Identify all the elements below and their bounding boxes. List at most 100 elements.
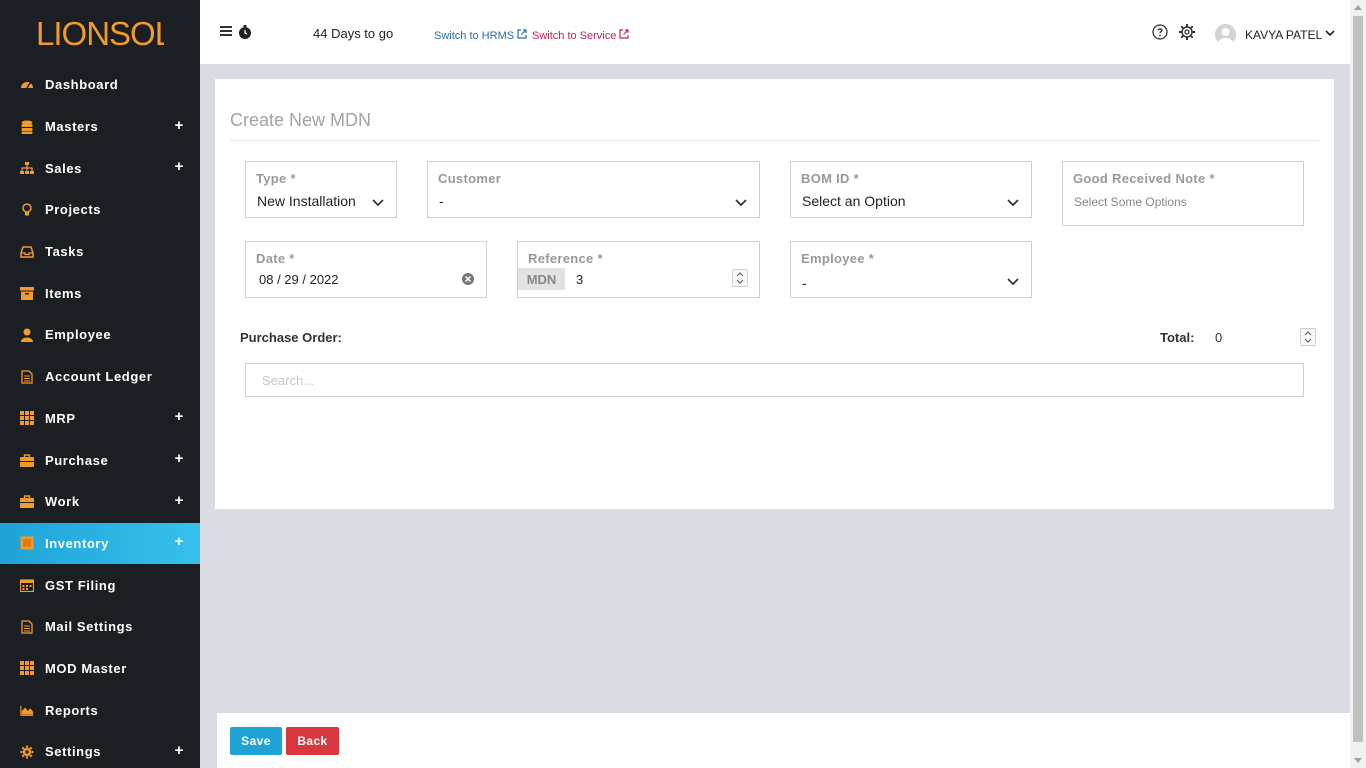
expand-plus-icon[interactable]: +: [175, 450, 184, 467]
document-icon: [20, 370, 34, 384]
type-select[interactable]: Type * New Installation: [245, 161, 397, 218]
expand-plus-icon[interactable]: +: [175, 534, 184, 551]
sidebar-item-label: Account Ledger: [45, 369, 153, 385]
user-icon: [20, 328, 34, 342]
grn-label: Good Received Note *: [1073, 171, 1215, 186]
area-chart-icon: [20, 703, 34, 717]
expand-plus-icon[interactable]: +: [175, 742, 184, 759]
sidebar-item-employee[interactable]: Employee: [0, 314, 200, 356]
employee-label: Employee *: [801, 251, 875, 266]
reference-number-stepper[interactable]: [732, 269, 748, 287]
user-name[interactable]: KAVYA PATEL: [1245, 28, 1322, 42]
sidebar-item-mrp[interactable]: MRP +: [0, 398, 200, 440]
sidebar-item-label: Settings: [45, 744, 102, 760]
total-value-input[interactable]: 0: [1215, 330, 1222, 345]
total-stepper[interactable]: [1300, 328, 1316, 346]
external-link-icon: [517, 29, 527, 39]
sidebar-item-label: Mail Settings: [45, 619, 133, 635]
employee-value: -: [802, 275, 807, 291]
date-value[interactable]: 08 / 29 / 2022: [259, 272, 339, 287]
top-header: 44 Days to go Switch to HRMS Switch to S…: [200, 0, 1350, 64]
customer-label: Customer: [438, 171, 502, 186]
sidebar-item-inventory[interactable]: Inventory +: [0, 522, 200, 565]
gear-icon: [20, 745, 34, 759]
expand-plus-icon[interactable]: +: [175, 158, 184, 175]
sidebar: LIONSOL Dashboard Masters + Sales + Projects T…: [0, 0, 200, 768]
switch-hrms-link[interactable]: Switch to HRMS: [434, 29, 527, 42]
grn-placeholder: Select Some Options: [1074, 195, 1187, 209]
title-divider: [230, 140, 1319, 141]
mdn-form-card: Create New MDN Type * New Installation C…: [215, 79, 1334, 509]
reference-label: Reference *: [528, 251, 603, 266]
sidebar-item-label: Dashboard: [45, 77, 119, 93]
sidebar-item-dashboard[interactable]: Dashboard: [0, 64, 200, 106]
settings-gear-icon[interactable]: [1178, 23, 1196, 41]
sidebar-item-mod-master[interactable]: MOD Master: [0, 648, 200, 690]
brand-logo[interactable]: LIONSOL: [0, 0, 200, 64]
form-footer: Save Back: [217, 713, 1350, 768]
employee-select[interactable]: Employee * -: [790, 241, 1032, 298]
chevron-down-icon: [1007, 199, 1019, 207]
page-scrollbar[interactable]: [1350, 0, 1366, 768]
chevron-down-icon[interactable]: [1324, 27, 1336, 39]
grid-icon: [20, 661, 34, 676]
purchase-order-search-input[interactable]: [245, 363, 1304, 397]
clear-date-icon[interactable]: [461, 272, 475, 286]
sidebar-item-sales[interactable]: Sales +: [0, 147, 200, 189]
scroll-up-arrow-icon[interactable]: [1354, 5, 1362, 10]
switch-service-label: Switch to Service: [532, 30, 617, 42]
days-remaining: 44 Days to go: [313, 26, 394, 41]
chevron-down-icon: [1007, 278, 1019, 286]
purchase-order-label: Purchase Order:: [240, 330, 342, 345]
hamburger-menu-icon[interactable]: [220, 26, 232, 36]
customer-select[interactable]: Customer -: [427, 161, 760, 218]
good-received-note-multiselect[interactable]: Good Received Note * Select Some Options: [1062, 161, 1304, 226]
sidebar-item-tasks[interactable]: Tasks: [0, 231, 200, 273]
bom-id-value: Select an Option: [802, 193, 906, 209]
sidebar-item-label: Tasks: [45, 244, 84, 260]
lightbulb-icon: [20, 203, 34, 217]
expand-plus-icon[interactable]: +: [175, 492, 184, 509]
sidebar-item-gst-filing[interactable]: GST Filing: [0, 564, 200, 606]
sidebar-item-reports[interactable]: Reports: [0, 689, 200, 731]
external-link-icon: [619, 29, 630, 39]
sidebar-nav: Dashboard Masters + Sales + Projects Tasks Item…: [0, 64, 200, 768]
sidebar-item-settings[interactable]: Settings +: [0, 731, 200, 768]
date-label: Date *: [256, 251, 295, 266]
lionsol-logo-icon: LIONSOL: [36, 15, 164, 50]
box-icon: [20, 536, 34, 550]
back-button[interactable]: Back: [286, 727, 339, 755]
user-avatar[interactable]: [1215, 24, 1236, 45]
expand-plus-icon[interactable]: +: [175, 408, 184, 425]
reference-number-input[interactable]: 3: [576, 272, 583, 287]
stopwatch-icon[interactable]: [237, 24, 253, 40]
calendar-icon: [20, 578, 34, 593]
help-icon[interactable]: [1152, 24, 1168, 40]
reference-field[interactable]: Reference * MDN 3: [517, 241, 760, 298]
sidebar-item-account-ledger[interactable]: Account Ledger: [0, 356, 200, 398]
sidebar-item-masters[interactable]: Masters +: [0, 106, 200, 148]
stepper-arrows-icon: [1304, 331, 1312, 343]
type-label: Type *: [256, 171, 296, 186]
scroll-down-arrow-icon[interactable]: [1354, 758, 1362, 763]
sidebar-item-label: Sales: [45, 160, 82, 176]
bom-id-select[interactable]: BOM ID * Select an Option: [790, 161, 1032, 218]
sidebar-item-items[interactable]: Items: [0, 272, 200, 314]
user-avatar-icon: [1215, 24, 1236, 45]
save-button[interactable]: Save: [230, 727, 282, 755]
dashboard-icon: [20, 78, 34, 92]
reference-prefix-badge: MDN: [518, 268, 565, 290]
sidebar-item-projects[interactable]: Projects: [0, 189, 200, 231]
sidebar-item-label: MOD Master: [45, 660, 127, 676]
sidebar-item-mail-settings[interactable]: Mail Settings: [0, 606, 200, 648]
sidebar-item-work[interactable]: Work +: [0, 481, 200, 523]
sidebar-item-label: Masters: [45, 119, 99, 135]
bom-id-label: BOM ID *: [801, 171, 860, 186]
inbox-icon: [20, 245, 34, 259]
total-label: Total:: [1160, 330, 1195, 345]
expand-plus-icon[interactable]: +: [175, 117, 184, 134]
switch-service-link[interactable]: Switch to Service: [532, 29, 630, 42]
sidebar-item-purchase[interactable]: Purchase +: [0, 439, 200, 481]
scroll-thumb[interactable]: [1353, 16, 1363, 742]
date-field[interactable]: Date * 08 / 29 / 2022: [245, 241, 487, 298]
